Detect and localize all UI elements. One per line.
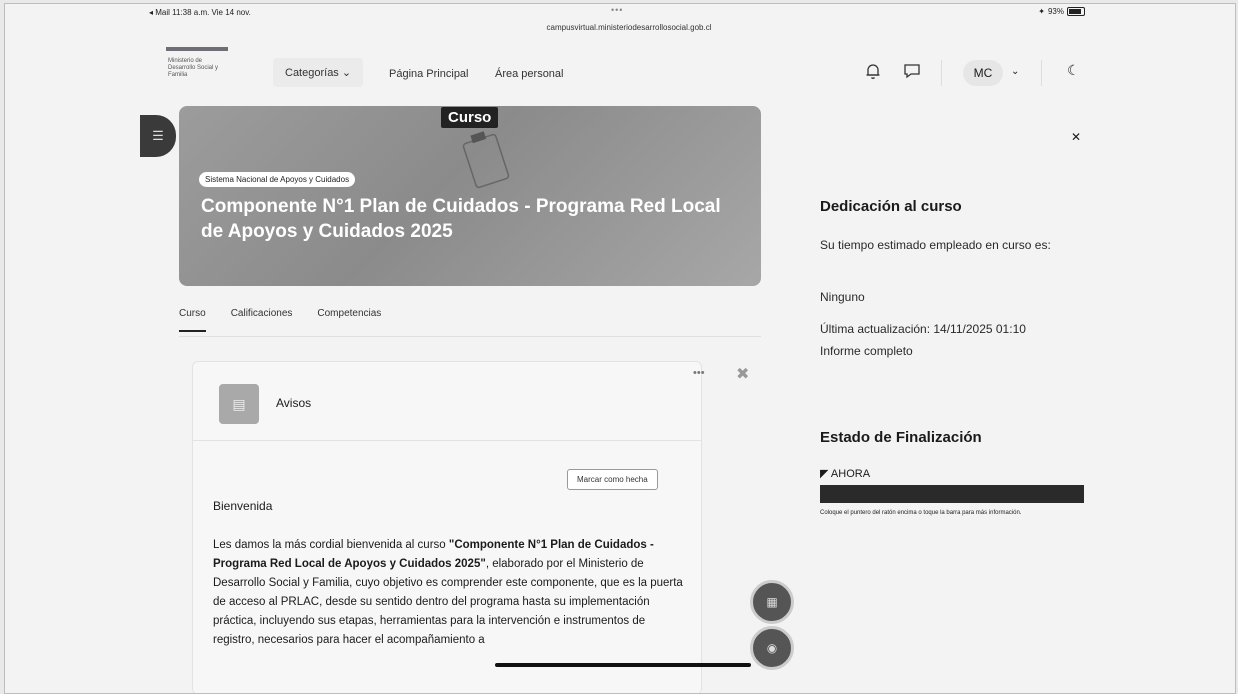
- wifi-icon: ✦: [1038, 7, 1045, 16]
- theme-toggle-icon[interactable]: ☾: [1067, 62, 1080, 79]
- course-index-toggle[interactable]: ☰: [140, 115, 176, 157]
- categories-label: Categorías: [285, 67, 339, 79]
- progress-label-text: AHORA: [830, 468, 871, 480]
- card-title[interactable]: Avisos: [276, 396, 311, 410]
- avatar[interactable]: MC: [963, 60, 1003, 86]
- clipboard-icon: [462, 131, 510, 189]
- body-rest: , elaborado por el Ministerio de Desarro…: [213, 558, 683, 646]
- home-indicator: [495, 663, 751, 667]
- close-card-icon[interactable]: ✖: [736, 364, 749, 384]
- battery-percent: 93%: [1047, 7, 1064, 16]
- course-tabs: Curso Calificaciones Competencias: [179, 308, 381, 332]
- mark-done-button[interactable]: Marcar como hecha: [567, 469, 658, 490]
- user-menu-chevron-icon[interactable]: ⌄: [1011, 66, 1019, 77]
- welcome-heading: Bienvenida: [213, 499, 273, 513]
- body-intro: Les damos la más cordial bienvenida al c…: [213, 539, 449, 551]
- estimate-text: Su tiempo estimado empleado en curso es:: [820, 238, 1051, 252]
- accessibility-fab-icon[interactable]: ◉: [750, 626, 794, 670]
- full-report-link[interactable]: Informe completo: [820, 344, 913, 358]
- nav-separator: [941, 60, 942, 86]
- app-window: ◂ Mail 11:38 a.m. Vie 14 nov. ••• campus…: [4, 3, 1236, 694]
- url-bar[interactable]: campusvirtual.ministeriodesarrollosocial…: [509, 23, 749, 32]
- battery-status: ✦ 93%: [1038, 7, 1085, 16]
- tab-curso[interactable]: Curso: [179, 308, 206, 332]
- progress-label: ◤ AHORA: [820, 467, 870, 480]
- course-banner: Sistema Nacional de Apoyos y Cuidados Co…: [179, 106, 761, 286]
- completion-title: Estado de Finalización: [820, 429, 982, 446]
- progress-hint: Coloque el puntero del ratón encima o to…: [820, 510, 1022, 516]
- dedication-title: Dedicación al curso: [820, 198, 962, 215]
- forum-icon: ▤: [219, 384, 259, 424]
- nav-home-link[interactable]: Página Principal: [389, 68, 469, 80]
- navbar: Ministerio de Desarrollo Social y Famili…: [5, 38, 1235, 106]
- logo[interactable]: Ministerio de Desarrollo Social y Famili…: [168, 58, 228, 79]
- status-bar: ◂ Mail 11:38 a.m. Vie 14 nov. ••• campus…: [5, 4, 1235, 32]
- tabs-divider: [179, 336, 761, 337]
- course-type-tag: Curso: [441, 107, 499, 128]
- battery-icon: [1067, 7, 1085, 16]
- welcome-body: Les damos la más cordial bienvenida al c…: [213, 536, 683, 650]
- flag-icon: ◤: [820, 468, 829, 480]
- bell-icon[interactable]: [865, 62, 881, 80]
- tab-dots-icon[interactable]: •••: [611, 5, 623, 15]
- announcements-card: ▤ Avisos Marcar como hecha Bienvenida Le…: [192, 361, 702, 693]
- completion-progress-bar[interactable]: [820, 485, 1084, 503]
- chevron-down-icon: ⌄: [341, 67, 352, 79]
- list-icon: ☰: [152, 128, 164, 143]
- nav-personal-link[interactable]: Área personal: [495, 68, 564, 80]
- tab-calificaciones[interactable]: Calificaciones: [231, 308, 293, 332]
- estimate-value: Ninguno: [820, 290, 865, 304]
- status-left: ◂ Mail 11:38 a.m. Vie 14 nov.: [149, 8, 251, 17]
- chat-icon[interactable]: [903, 62, 921, 80]
- close-drawer-icon[interactable]: ✕: [1071, 130, 1081, 144]
- course-title: Componente N°1 Plan de Cuidados - Progra…: [201, 196, 721, 242]
- last-update: Última actualización: 14/11/2025 01:10: [820, 322, 1026, 336]
- course-category-badge: Sistema Nacional de Apoyos y Cuidados: [199, 172, 356, 187]
- logo-bar: [166, 47, 228, 51]
- tab-competencias[interactable]: Competencias: [317, 308, 381, 332]
- more-options-icon[interactable]: •••: [693, 367, 705, 379]
- card-header: ▤ Avisos: [193, 362, 701, 441]
- categories-menu[interactable]: Categorías ⌄: [273, 58, 364, 87]
- nav-separator: [1041, 60, 1042, 86]
- calculator-fab-icon[interactable]: ▦: [750, 580, 794, 624]
